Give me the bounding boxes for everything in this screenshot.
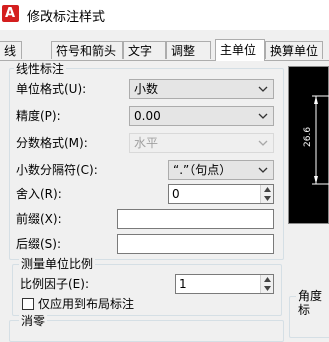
tab-fit[interactable]: 调整 — [166, 41, 211, 59]
suffix-label: 后缀(S): — [16, 237, 62, 251]
tab-primary-units[interactable]: 主单位 — [215, 39, 265, 61]
spin-up-icon[interactable] — [260, 275, 273, 284]
fraction-format-label: 分数格式(M): — [16, 136, 88, 150]
round-off-value: 0 — [172, 187, 180, 201]
unit-format-select[interactable]: 小数 — [129, 79, 274, 99]
window-title: 修改标注样式 — [27, 10, 106, 25]
zero-suppression-group — [9, 320, 284, 342]
measurement-scale-title: 测量单位比例 — [19, 257, 96, 271]
decimal-separator-select[interactable]: “.”（句点） — [168, 160, 274, 180]
scale-factor-value: 1 — [179, 277, 187, 291]
fraction-format-value: 水平 — [134, 136, 159, 150]
fraction-format-select[interactable]: 水平 — [129, 133, 274, 153]
chevron-down-icon — [258, 140, 268, 146]
precision-select[interactable]: 0.00 — [129, 106, 274, 126]
precision-label: 精度(P): — [16, 109, 61, 123]
tab-alternate-units[interactable]: 换算单位 — [265, 41, 323, 59]
round-off-label: 舍入(R): — [16, 187, 62, 201]
round-off-spinner[interactable]: 0 — [168, 184, 274, 204]
angular-dimensions-title: 角度标 — [296, 289, 329, 317]
spin-down-icon[interactable] — [260, 284, 273, 293]
scale-factor-spinner[interactable]: 1 — [175, 274, 274, 294]
suffix-input[interactable] — [117, 234, 274, 254]
zero-suppression-title: 消零 — [19, 314, 48, 328]
tab-lines[interactable]: 线 — [0, 41, 22, 59]
tab-strip: 线 符号和箭头 文字 调整 主单位 换算单位 — [0, 39, 329, 61]
chevron-down-icon — [258, 86, 268, 92]
scale-factor-label: 比例因子(E): — [20, 277, 89, 291]
autocad-app-icon — [2, 5, 19, 22]
apply-to-layout-checkbox[interactable] — [22, 298, 34, 310]
preview-dimension-text: 26.6 — [303, 126, 313, 147]
unit-format-value: 小数 — [134, 82, 159, 96]
unit-format-label: 单位格式(U): — [16, 82, 87, 96]
tab-text[interactable]: 文字 — [123, 41, 166, 59]
decimal-separator-value: “.”（句点） — [173, 163, 232, 177]
linear-dimensions-title: 线性标注 — [14, 62, 67, 76]
prefix-label: 前缀(X): — [16, 212, 62, 226]
title-bar: 修改标注样式 — [0, 0, 329, 30]
prefix-input[interactable] — [117, 209, 274, 229]
tab-symbols-arrows[interactable]: 符号和箭头 — [51, 41, 123, 59]
chevron-down-icon — [258, 113, 268, 119]
precision-value: 0.00 — [134, 109, 161, 123]
dimension-preview: 26.6 — [288, 66, 329, 224]
chevron-down-icon — [258, 167, 268, 173]
spin-up-icon[interactable] — [260, 185, 273, 194]
apply-to-layout-label: 仅应用到布局标注 — [38, 297, 135, 311]
decimal-separator-label: 小数分隔符(C): — [16, 163, 98, 177]
spin-down-icon[interactable] — [260, 194, 273, 203]
